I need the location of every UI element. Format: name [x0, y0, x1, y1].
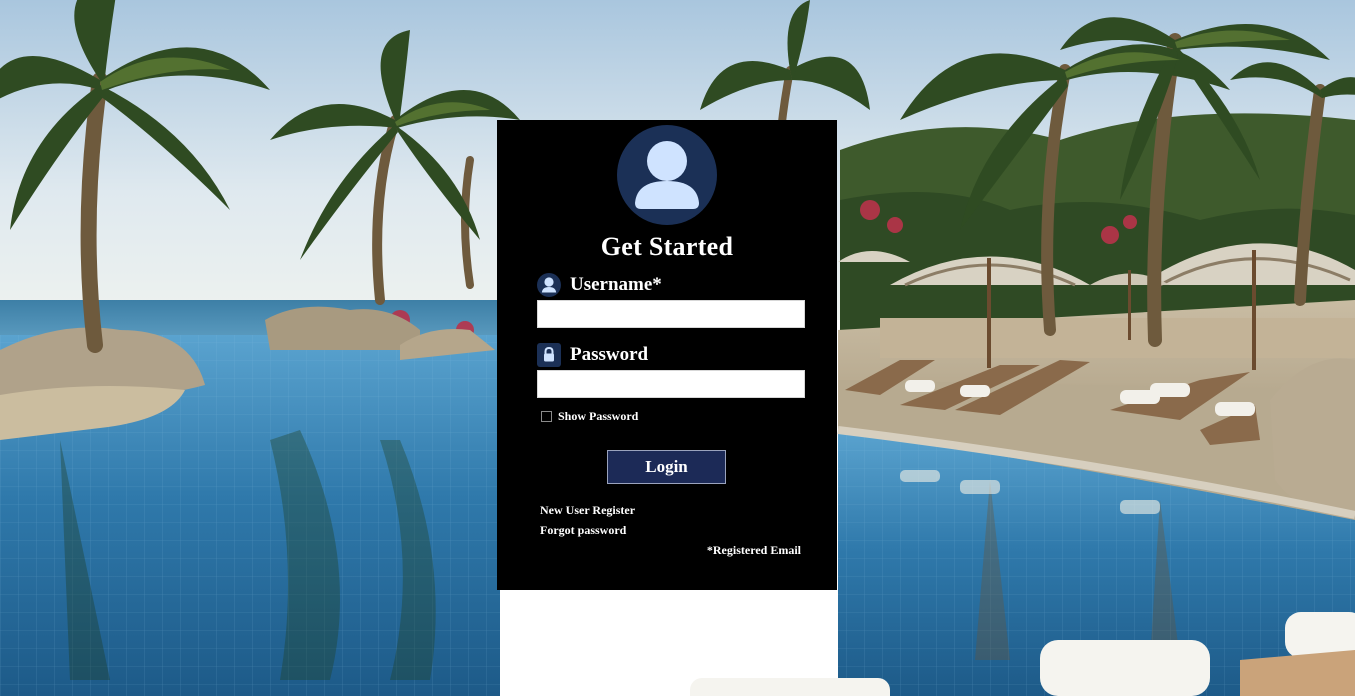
- register-link[interactable]: New User Register: [540, 503, 635, 518]
- password-input[interactable]: [537, 370, 805, 398]
- login-card: Get Started Username* Password Show Pass…: [497, 120, 837, 590]
- page-title: Get Started: [600, 232, 734, 261]
- username-label-text: Username*: [570, 274, 662, 295]
- password-label-text: Password: [570, 344, 649, 365]
- forgot-password-link[interactable]: Forgot password: [540, 523, 626, 538]
- user-avatar-icon: [617, 125, 717, 225]
- password-label: Password: [537, 342, 648, 368]
- user-icon: [537, 273, 561, 297]
- registered-email-note: *Registered Email: [706, 543, 801, 557]
- username-input[interactable]: [537, 300, 805, 328]
- username-label: Username*: [537, 272, 662, 298]
- lock-icon: [537, 343, 561, 367]
- show-password-label: Show Password: [558, 409, 639, 423]
- show-password-checkbox[interactable]: [541, 411, 552, 422]
- show-password-toggle[interactable]: Show Password: [541, 409, 638, 424]
- login-button[interactable]: Login: [607, 450, 726, 484]
